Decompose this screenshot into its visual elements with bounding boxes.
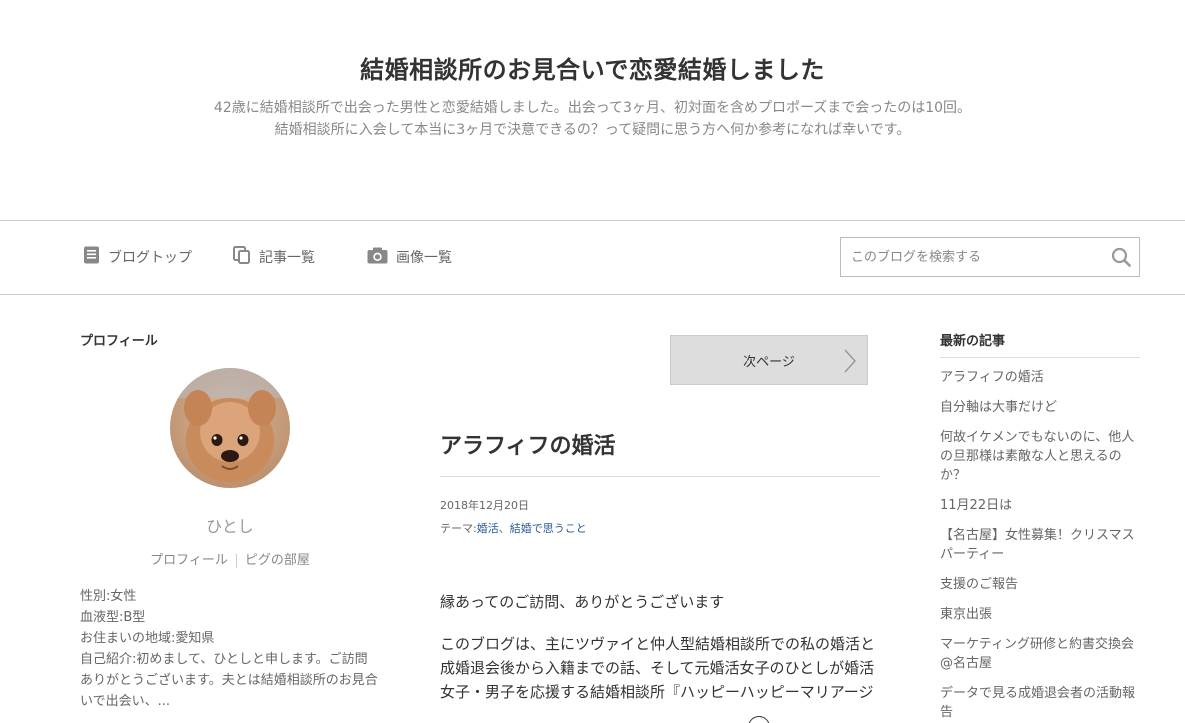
profile-links: プロフィール ピグの部屋 — [80, 549, 380, 568]
document-icon — [83, 246, 108, 268]
post-paragraph: 縁あってのご訪問、ありがとうございます — [440, 593, 725, 611]
recent-post-item: 東京出張 — [940, 601, 1140, 628]
recent-post-item: データで見る成婚退会者の活動報告 — [940, 680, 1140, 723]
recent-post-item: 11月22日は — [940, 492, 1140, 519]
blog-description-line-2: 結婚相談所に入会して本当に3ヶ月で決意できるの？って疑問に思う方へ何か参考になれ… — [274, 122, 911, 138]
profile-gender: 性別:女性 — [80, 589, 137, 604]
blog-header: 結婚相談所のお見合いで恋愛結婚しました 42歳に結婚相談所で出会った男性と恋愛結… — [0, 0, 1185, 220]
pig-room-link[interactable]: ピグの部屋 — [245, 553, 310, 568]
recent-post-item: 自分軸は大事だけど — [940, 394, 1140, 421]
post-body: 縁あってのご訪問、ありがとうございます このブログは、主にツヴァイと仲人型結婚相… — [440, 590, 880, 722]
blog-description: 42歳に結婚相談所で出会った男性と恋愛結婚しました。出会って3ヶ月、初対面を含め… — [0, 97, 1185, 141]
recent-post-link[interactable]: アラフィフの婚活 — [940, 370, 1044, 385]
recent-post-link[interactable]: 東京出張 — [940, 607, 992, 622]
nav-image-list[interactable]: 画像一覧 — [367, 245, 452, 269]
nav-article-list-label: 記事一覧 — [259, 250, 315, 266]
blog-search-box — [840, 237, 1140, 277]
nav-blog-top[interactable]: ブログトップ — [83, 245, 192, 269]
recent-post-item: 何故イケメンでもないのに、他人の旦那様は素敵な人と思えるのか？ — [940, 424, 1140, 489]
theme-label: テーマ: — [440, 522, 477, 535]
recent-post-link[interactable]: マーケティング研修と約書交換会@名古屋 — [940, 637, 1134, 671]
profile-nickname[interactable]: ひとし — [80, 513, 380, 537]
post-title[interactable]: アラフィフの婚活 — [440, 428, 880, 460]
camera-icon — [367, 247, 396, 268]
nav-article-list[interactable]: 記事一覧 — [233, 245, 315, 269]
recent-post-link[interactable]: 支援のご報告 — [940, 577, 1018, 592]
recent-post-link[interactable]: データで見る成婚退会者の活動報告 — [940, 686, 1135, 720]
header-divider — [0, 220, 1185, 221]
profile-sidebar: プロフィール ひとし プロフィール ピグの部屋 性別:女性 血液型:B型 お住ま… — [80, 330, 380, 709]
nav-divider — [0, 294, 1185, 295]
recent-post-link[interactable]: 11月22日は — [940, 498, 1012, 513]
profile-heading: プロフィール — [80, 334, 158, 349]
post-theme: テーマ:婚活、結婚で思うこと — [440, 520, 587, 536]
profile-area: お住まいの地域:愛知県 — [80, 631, 215, 646]
theme-link-marriage[interactable]: 結婚で思うこと — [510, 522, 587, 535]
profile-info: 性別:女性 血液型:B型 お住まいの地域:愛知県 自己紹介:初めまして、ひとしと… — [80, 586, 380, 712]
post-paragraph: このブログは、主にツヴァイと仲人型結婚相談所での私の婚活と成婚退会後から入籍まで… — [440, 635, 876, 701]
profile-intro: 自己紹介:初めまして、ひとしと申します。ご訪問ありがとうございます。夫とは結婚相… — [80, 652, 378, 709]
recent-post-item: アラフィフの婚活 — [940, 364, 1140, 391]
copy-icon — [233, 246, 259, 268]
recent-posts-sidebar: 最新の記事 アラフィフの婚活 自分軸は大事だけど 何故イケメンでもないのに、他人… — [940, 330, 1140, 723]
recent-post-item: 【名古屋】女性募集！クリスマスパーティー — [940, 522, 1140, 568]
theme-separator: 、 — [498, 522, 510, 535]
recent-posts-heading: 最新の記事 — [940, 330, 1140, 358]
recent-post-item: マーケティング研修と約書交換会@名古屋 — [940, 631, 1140, 677]
theme-link-konkatsu[interactable]: 婚活 — [477, 522, 499, 535]
profile-blood-type: 血液型:B型 — [80, 610, 146, 625]
search-icon[interactable] — [1111, 247, 1131, 271]
next-page-button[interactable]: 次ページ — [670, 335, 868, 385]
chevron-right-icon — [843, 349, 857, 377]
blog-title[interactable]: 結婚相談所のお見合いで恋愛結婚しました — [0, 50, 1185, 85]
search-input[interactable] — [841, 238, 1101, 276]
recent-posts-list: アラフィフの婚活 自分軸は大事だけど 何故イケメンでもないのに、他人の旦那様は素… — [940, 364, 1140, 723]
link-separator — [235, 553, 237, 568]
avatar[interactable] — [170, 368, 290, 488]
recent-post-link[interactable]: 何故イケメンでもないのに、他人の旦那様は素敵な人と思えるのか？ — [940, 430, 1134, 483]
profile-link[interactable]: プロフィール — [150, 553, 228, 568]
next-page-label: 次ページ — [743, 354, 795, 370]
nav-blog-top-label: ブログトップ — [108, 250, 192, 266]
nav-image-list-label: 画像一覧 — [396, 250, 452, 266]
post-date: 2018年12月20日 — [440, 499, 529, 512]
blog-description-line-1: 42歳に結婚相談所で出会った男性と恋愛結婚しました。出会って3ヶ月、初対面を含め… — [213, 100, 972, 116]
recent-post-link[interactable]: 自分軸は大事だけど — [940, 400, 1057, 415]
recent-post-link[interactable]: 【名古屋】女性募集！クリスマスパーティー — [940, 528, 1135, 562]
recent-post-item: 支援のご報告 — [940, 571, 1140, 598]
post-title-divider — [440, 476, 880, 477]
